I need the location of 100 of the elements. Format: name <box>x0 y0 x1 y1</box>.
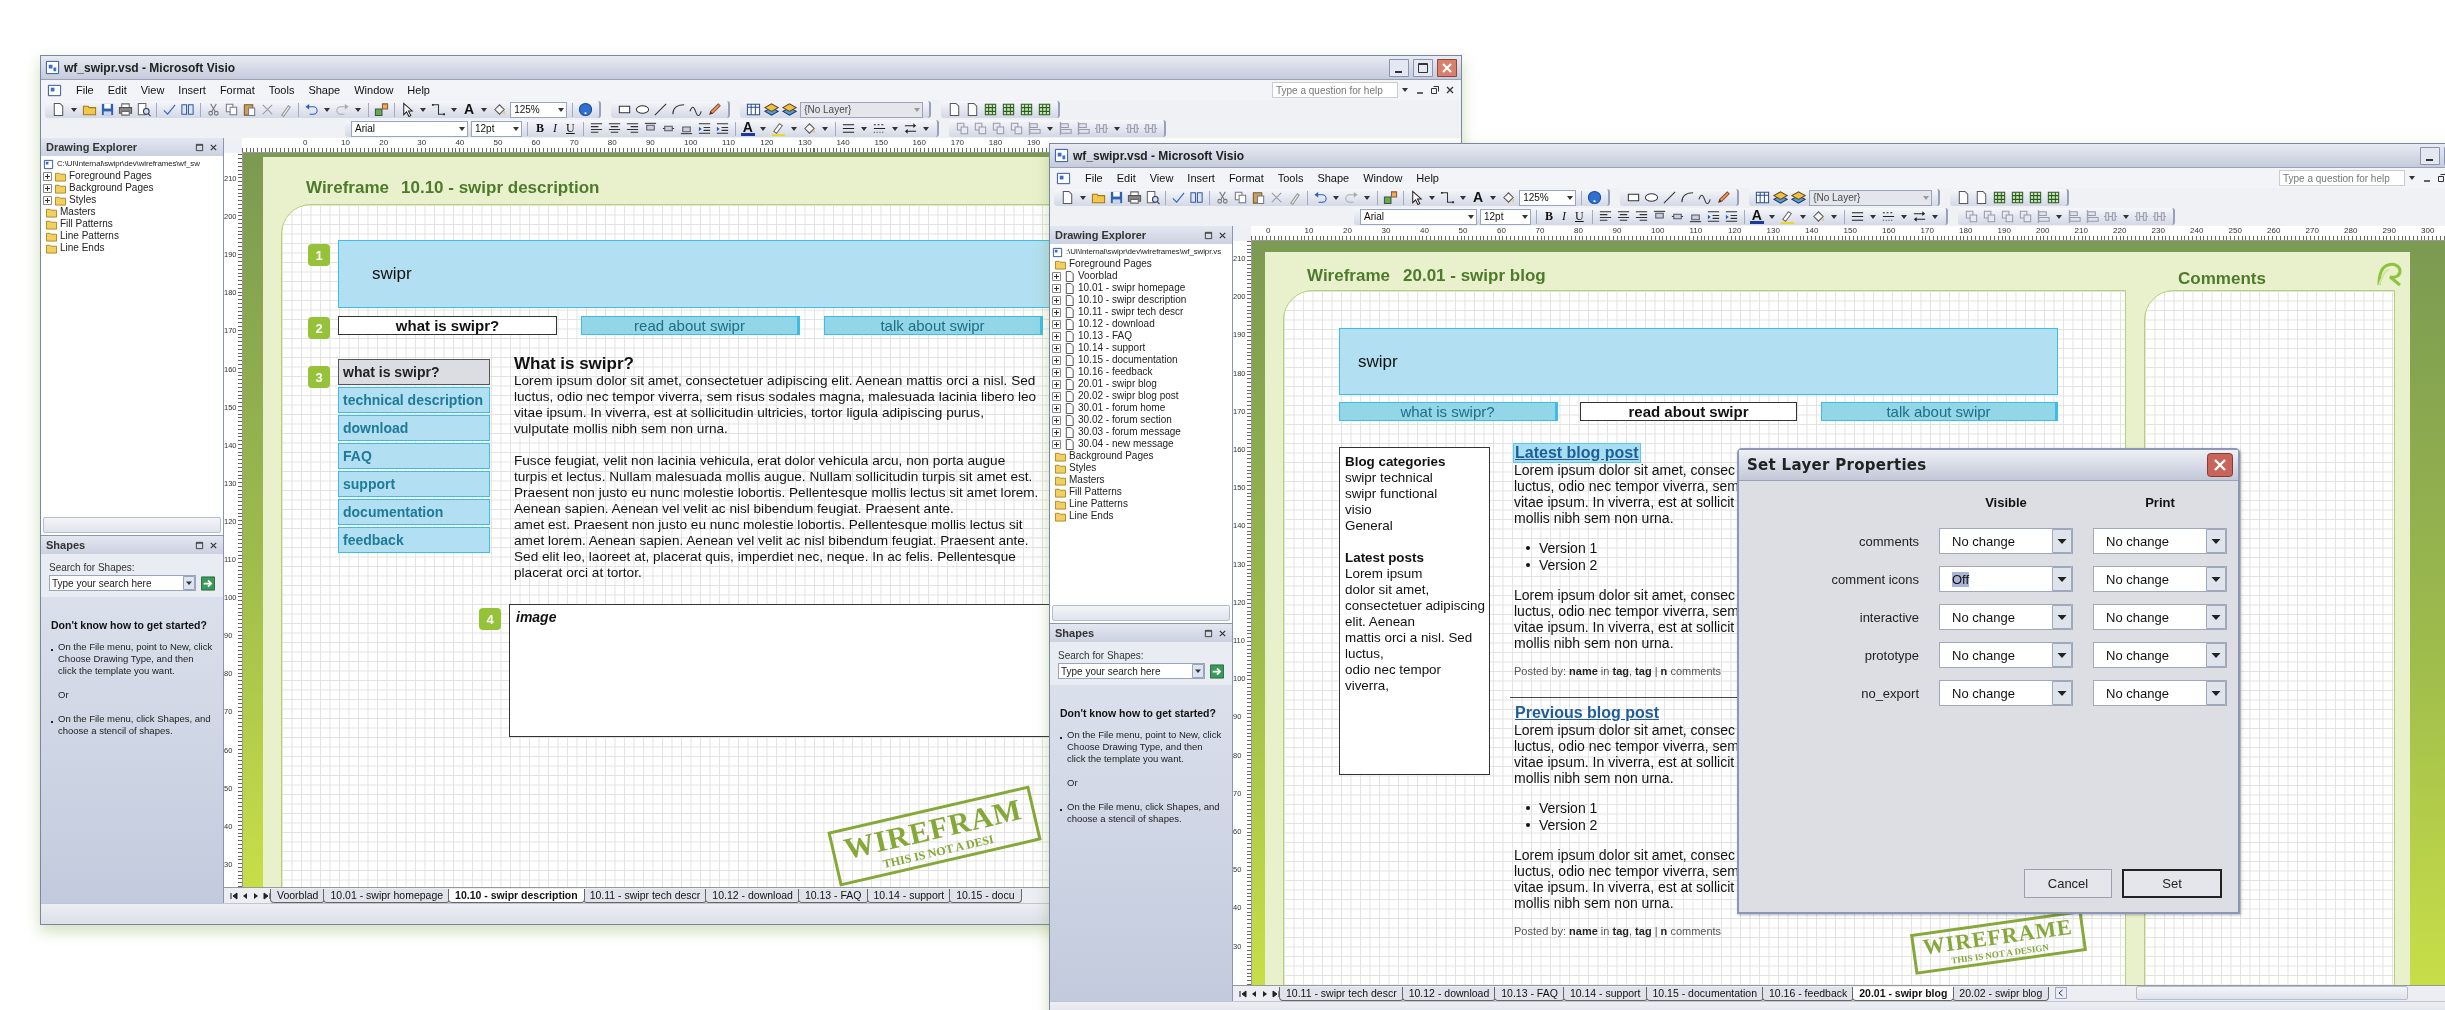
format-button[interactable]: U <box>1572 209 1587 224</box>
tree-item[interactable]: Fill Patterns <box>60 218 113 230</box>
caret-icon[interactable] <box>891 126 898 131</box>
tree-item[interactable]: Foreground Pages <box>1069 258 1152 270</box>
dropdown-field[interactable]: No change <box>2093 680 2227 706</box>
align-icon[interactable] <box>1075 121 1091 136</box>
line-icon[interactable] <box>653 102 669 117</box>
highlighter-icon[interactable] <box>1779 209 1795 224</box>
scissors-icon[interactable] <box>1215 190 1230 205</box>
caret-icon[interactable] <box>1768 214 1775 219</box>
caret-icon[interactable] <box>2122 214 2129 219</box>
connector-icon[interactable] <box>431 102 446 117</box>
arc-icon[interactable] <box>671 102 687 117</box>
tree-item[interactable]: Voorblad <box>1078 270 1118 282</box>
checkmark-icon[interactable] <box>1171 190 1186 205</box>
menu-item[interactable]: Shape <box>1311 171 1356 185</box>
expander-icon[interactable] <box>1052 403 1061 413</box>
menu-item[interactable]: View <box>134 83 171 97</box>
page-tab[interactable]: 10.15 - documentation <box>1645 987 1764 1001</box>
nav-button[interactable]: talk about swipr <box>1821 402 2058 421</box>
menu-item[interactable]: Insert <box>172 83 212 97</box>
line-ends-icon[interactable] <box>1911 209 1927 224</box>
close-icon[interactable] <box>1218 230 1227 240</box>
table-icon[interactable] <box>1755 190 1771 205</box>
first-icon[interactable] <box>229 891 239 901</box>
nav-button[interactable]: read about swipr <box>1580 402 1797 421</box>
page-tab[interactable]: 10.01 - swipr homepage <box>323 889 451 903</box>
tree-item[interactable]: 10.01 - swipr homepage <box>1078 282 1186 294</box>
print-preview-icon[interactable] <box>1145 190 1160 205</box>
layers-icon[interactable] <box>1791 190 1807 205</box>
post-title-link[interactable]: Previous blog post <box>1514 704 1660 722</box>
menu-item[interactable]: Format <box>1222 171 1270 185</box>
fill-icon[interactable] <box>1810 209 1826 224</box>
caret-icon[interactable] <box>1192 664 1204 678</box>
text-tool-button[interactable]: A <box>462 102 477 117</box>
close-icon[interactable] <box>1437 58 1457 77</box>
caret-icon[interactable] <box>1364 195 1370 200</box>
expander-icon[interactable] <box>1052 331 1061 341</box>
expander-icon[interactable] <box>1052 295 1061 305</box>
caret-icon[interactable] <box>355 107 361 112</box>
tree-item[interactable]: Line Patterns <box>1069 498 1128 510</box>
tree-item[interactable]: 10.14 - support <box>1078 342 1146 354</box>
align-center-icon[interactable] <box>606 121 622 136</box>
caret-icon[interactable] <box>2409 176 2415 180</box>
layers-icon[interactable] <box>1773 190 1789 205</box>
document-icon[interactable] <box>47 82 62 98</box>
restore-icon[interactable] <box>1430 85 1440 95</box>
arc-icon[interactable] <box>1680 190 1696 205</box>
menu-item[interactable]: View <box>1143 171 1180 185</box>
expander-icon[interactable] <box>1052 379 1061 389</box>
print-preview-icon[interactable] <box>136 102 151 117</box>
restore-icon[interactable] <box>195 540 204 550</box>
caret-icon[interactable] <box>790 126 797 131</box>
page-tab[interactable]: 10.10 - swipr description <box>448 889 585 903</box>
size-field[interactable]: 12pt <box>471 120 522 137</box>
page-tab[interactable]: 10.13 - FAQ <box>1494 987 1565 1001</box>
help-icon[interactable] <box>1587 190 1603 205</box>
connector-icon[interactable] <box>1440 190 1455 205</box>
first-icon[interactable] <box>1238 989 1248 999</box>
align-right-icon[interactable] <box>624 121 640 136</box>
expander-icon[interactable] <box>1052 343 1061 353</box>
restore-icon[interactable] <box>1204 230 1213 240</box>
grid-icon[interactable] <box>2028 190 2044 205</box>
grid-icon[interactable] <box>1037 102 1053 117</box>
line-icon[interactable] <box>1662 190 1678 205</box>
text-tool-button[interactable]: A <box>1471 190 1486 205</box>
fill-icon[interactable] <box>492 102 508 117</box>
line-ends-icon[interactable] <box>902 121 918 136</box>
menu-item[interactable]: Edit <box>101 83 133 97</box>
tree-item[interactable]: 10.15 - documentation <box>1078 354 1178 366</box>
page-tab[interactable]: 10.14 - support <box>1562 987 1648 1001</box>
format-button[interactable]: B <box>1542 209 1556 224</box>
menu-item[interactable]: Window <box>1357 171 1409 185</box>
page-tab[interactable]: 10.15 - docu <box>949 889 1022 903</box>
caret-icon[interactable] <box>1113 126 1120 131</box>
dropdown-field[interactable]: No change <box>1939 604 2073 630</box>
tree-item[interactable]: 10.12 - download <box>1078 318 1155 330</box>
expander-icon[interactable] <box>1052 319 1061 329</box>
align-left-icon[interactable] <box>588 121 604 136</box>
search-field[interactable]: Type your search here <box>49 575 196 591</box>
dialog-button[interactable]: Cancel <box>2024 869 2112 898</box>
expander-icon[interactable] <box>1052 391 1061 401</box>
page-tab[interactable]: 10.16 - feedback <box>1762 987 1855 1001</box>
caret-icon[interactable] <box>1567 195 1574 200</box>
format-button[interactable]: I <box>550 121 560 136</box>
menu-item[interactable]: Insert <box>1181 171 1221 185</box>
page-icon[interactable] <box>51 102 66 117</box>
caret-icon[interactable] <box>1799 214 1806 219</box>
nav-button[interactable]: what is swipr? <box>338 316 557 335</box>
format-button[interactable]: U <box>563 121 578 136</box>
menu-item[interactable]: Help <box>1410 171 1445 185</box>
caret-icon[interactable] <box>481 107 488 112</box>
caret-icon[interactable] <box>1900 214 1907 219</box>
caret-icon[interactable] <box>1522 214 1528 219</box>
tree-item[interactable]: Background Pages <box>1069 450 1154 462</box>
expander-icon[interactable] <box>1052 415 1061 425</box>
dropdown-field[interactable]: Off <box>1939 566 2073 592</box>
indent-icon[interactable] <box>1723 209 1739 224</box>
caret-icon[interactable] <box>513 126 519 131</box>
dropdown-field[interactable]: No change <box>2093 566 2227 592</box>
